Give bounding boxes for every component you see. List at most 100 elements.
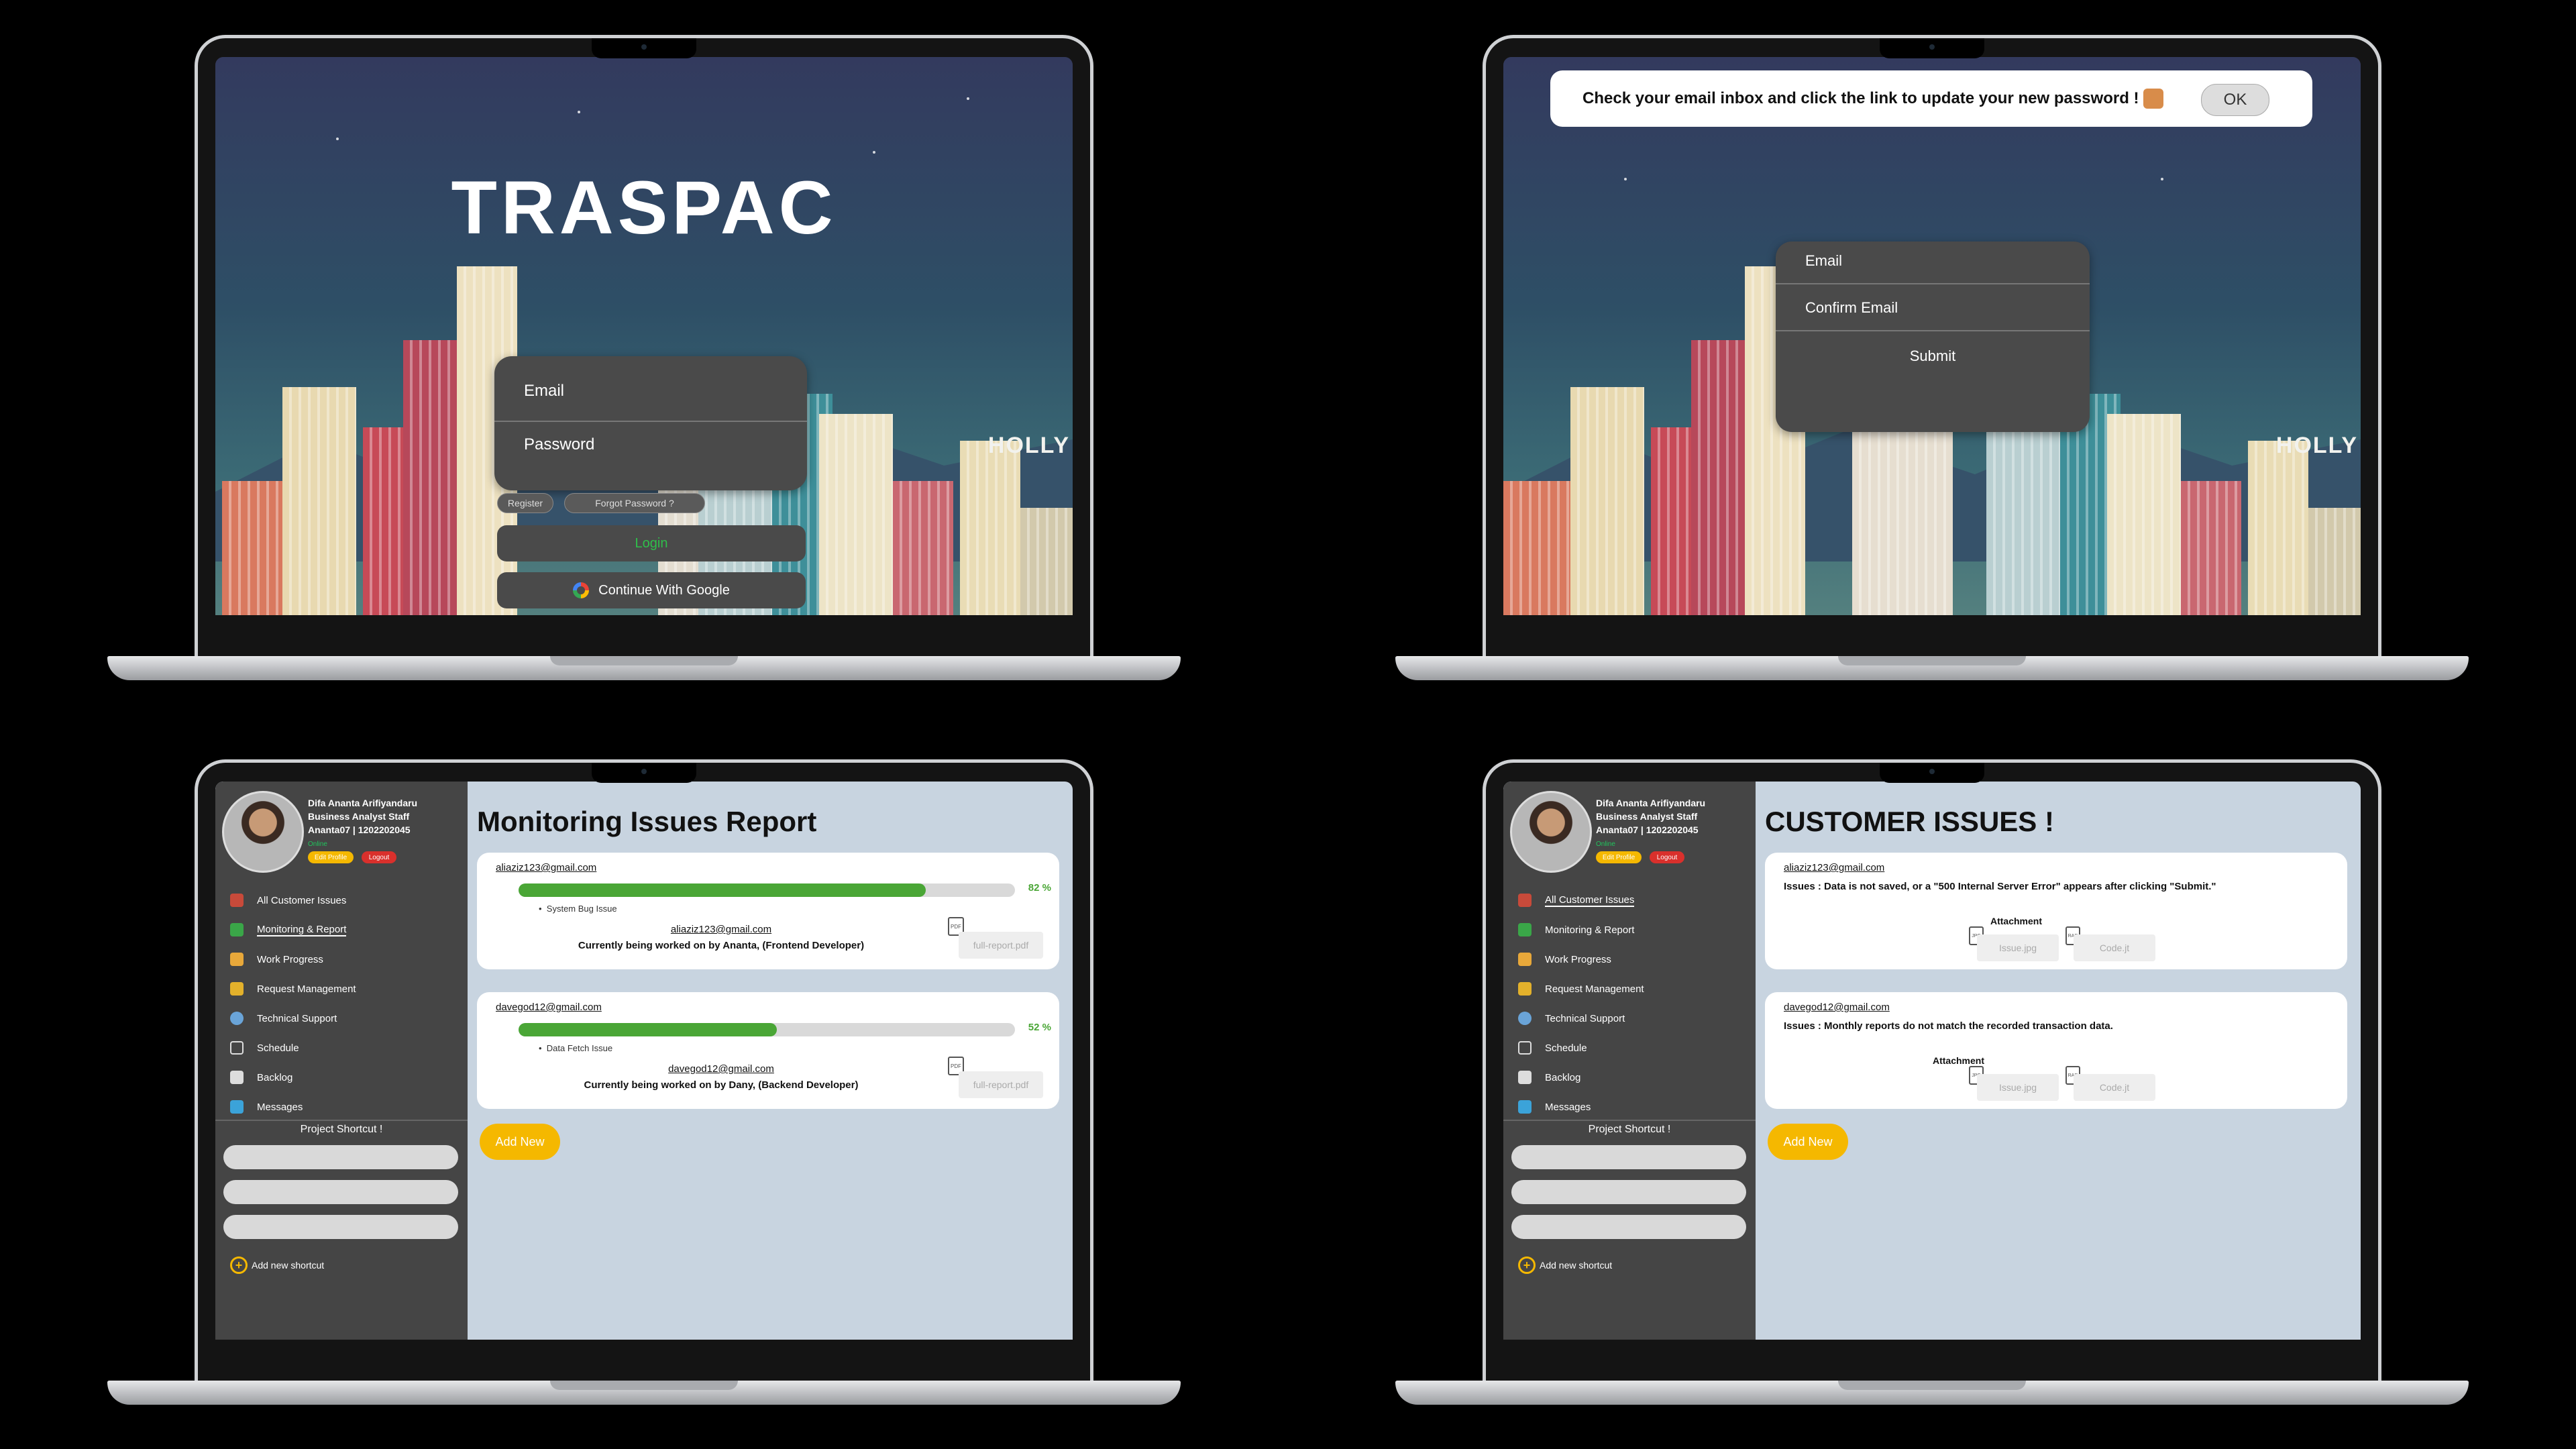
file-attachment[interactable]: Issue.jpg — [1977, 934, 2059, 961]
reporter-email[interactable]: aliaziz123@gmail.com — [496, 862, 596, 873]
laptop-lid: Difa Ananta Arifiyandaru Business Analys… — [195, 759, 1093, 1390]
sidebar-item-support[interactable]: Technical Support — [230, 1008, 458, 1028]
reporter-email[interactable]: davegod12@gmail.com — [496, 1002, 602, 1013]
page-title: Monitoring Issues Report — [477, 806, 817, 837]
forgot-password-button[interactable]: Forgot Password ? — [564, 493, 705, 513]
reporter-email[interactable]: aliaziz123@gmail.com — [1784, 862, 1884, 873]
laptop-monitoring: Difa Ananta Arifiyandaru Business Analys… — [107, 759, 1181, 1430]
dashboard: Difa Ananta Arifiyandaru Business Analys… — [1503, 782, 2361, 1340]
shortcut-slot[interactable] — [223, 1145, 458, 1169]
worker-email[interactable]: davegod12@gmail.com — [477, 1063, 965, 1075]
sidebar-item-monitoring[interactable]: Monitoring & Report — [230, 920, 458, 940]
status-badge: Online — [1596, 841, 1615, 848]
dashboard: Difa Ananta Arifiyandaru Business Analys… — [215, 782, 1073, 1340]
shortcut-slot[interactable] — [223, 1180, 458, 1204]
confirm-email-field[interactable]: Confirm Email — [1805, 299, 1898, 317]
sidebar-item-customer-issues[interactable]: All Customer Issues — [230, 890, 458, 910]
sidebar-item-request[interactable]: Request Management — [230, 979, 458, 999]
edit-profile-button[interactable]: Edit Profile — [1596, 851, 1642, 863]
notification-toast: Check your email inbox and click the lin… — [1550, 70, 2312, 127]
progress-fill — [519, 1023, 777, 1036]
edit-profile-button[interactable]: Edit Profile — [308, 851, 354, 863]
reset-form: Email Confirm Email Submit — [1776, 241, 2090, 432]
laptop-reset: HOLLY Check your email inbox and click t… — [1395, 35, 2469, 706]
google-login-button[interactable]: Continue With Google — [497, 572, 806, 608]
hollywood-sign: HOLLY — [2275, 433, 2358, 458]
hollywood-sign: HOLLY — [987, 433, 1070, 458]
progress-fill — [519, 883, 926, 897]
issue-type: • Data Fetch Issue — [539, 1043, 613, 1053]
file-attachment[interactable]: Code.jt — [2074, 934, 2155, 961]
progress-bar — [519, 883, 1015, 897]
laptop-customer-issues: Difa Ananta Arifiyandaru Business Analys… — [1395, 759, 2469, 1430]
user-role: Business Analyst Staff — [1596, 811, 1698, 822]
add-shortcut-button[interactable]: + Add new shortcut — [1518, 1256, 1612, 1274]
sidebar-item-backlog[interactable]: Backlog — [230, 1067, 458, 1087]
document-icon — [230, 1071, 244, 1084]
shortcut-slot[interactable] — [223, 1215, 458, 1239]
sidebar: Difa Ananta Arifiyandaru Business Analys… — [1503, 782, 1756, 1340]
logout-button[interactable]: Logout — [362, 851, 396, 863]
worker-text: Currently being worked on by Ananta, (Fr… — [578, 940, 865, 951]
login-button[interactable]: Login — [497, 525, 806, 561]
sidebar-item-work-progress[interactable]: Work Progress — [1518, 949, 1746, 969]
submit-button[interactable]: Submit — [1776, 347, 2090, 365]
add-shortcut-button[interactable]: + Add new shortcut — [230, 1256, 324, 1274]
status-badge: Online — [308, 841, 327, 848]
user-name: Difa Ananta Arifiyandaru — [1596, 798, 1706, 808]
sidebar-item-work-progress[interactable]: Work Progress — [230, 949, 458, 969]
sidebar-item-backlog[interactable]: Backlog — [1518, 1067, 1746, 1087]
sidebar-item-support[interactable]: Technical Support — [1518, 1008, 1746, 1028]
avatar — [222, 791, 304, 873]
issue-type: • System Bug Issue — [539, 904, 617, 914]
logout-button[interactable]: Logout — [1650, 851, 1684, 863]
reporter-email[interactable]: davegod12@gmail.com — [1784, 1002, 1890, 1013]
sidebar-item-monitoring[interactable]: Monitoring & Report — [1518, 920, 1746, 940]
password-field[interactable]: Password — [524, 435, 594, 454]
email-field[interactable]: Email — [524, 382, 564, 400]
document-icon — [1518, 1071, 1532, 1084]
sidebar-item-schedule[interactable]: Schedule — [1518, 1038, 1746, 1058]
laptop-login: HOLLY TRASPAC Email Password Register Fo… — [107, 35, 1181, 706]
google-icon — [573, 582, 590, 598]
sidebar-item-messages[interactable]: Messages — [1518, 1097, 1746, 1117]
shortcut-title: Project Shortcut ! — [1588, 1124, 1671, 1135]
worker-email[interactable]: aliaziz123@gmail.com — [477, 924, 965, 935]
login-form: Email Password — [494, 356, 807, 490]
file-attachment[interactable]: Issue.jpg — [1977, 1074, 2059, 1101]
shortcut-slot[interactable] — [1511, 1145, 1746, 1169]
email-field[interactable]: Email — [1805, 252, 1842, 270]
issues-icon — [1518, 894, 1532, 907]
ok-button[interactable]: OK — [2201, 84, 2269, 116]
headset-icon — [230, 1012, 244, 1025]
sidebar-item-messages[interactable]: Messages — [230, 1097, 458, 1117]
user-name: Difa Ananta Arifiyandaru — [308, 798, 418, 808]
issue-card: davegod12@gmail.com Issues : Monthly rep… — [1765, 992, 2347, 1109]
progress-percent: 82 % — [1028, 882, 1051, 894]
report-card: davegod12@gmail.com 52 % • Data Fetch Is… — [477, 992, 1059, 1109]
file-attachment[interactable]: full-report.pdf — [959, 932, 1043, 959]
sidebar-item-customer-issues[interactable]: All Customer Issues — [1518, 890, 1746, 910]
sidebar: Difa Ananta Arifiyandaru Business Analys… — [215, 782, 468, 1340]
customer-screen: Difa Ananta Arifiyandaru Business Analys… — [1503, 782, 2361, 1340]
add-new-button[interactable]: Add New — [1768, 1124, 1848, 1160]
register-button[interactable]: Register — [497, 493, 553, 513]
sidebar-item-request[interactable]: Request Management — [1518, 979, 1746, 999]
thumbs-up-icon — [2143, 89, 2163, 109]
report-card: aliaziz123@gmail.com 82 % • System Bug I… — [477, 853, 1059, 969]
shortcut-slot[interactable] — [1511, 1215, 1746, 1239]
sidebar-item-schedule[interactable]: Schedule — [230, 1038, 458, 1058]
toast-message: Check your email inbox and click the lin… — [1582, 89, 2139, 107]
laptop-lid: Difa Ananta Arifiyandaru Business Analys… — [1483, 759, 2381, 1390]
edit-icon — [1518, 982, 1532, 996]
chat-icon — [230, 923, 244, 936]
file-attachment[interactable]: Code.jt — [2074, 1074, 2155, 1101]
laptop-lid: HOLLY TRASPAC Email Password Register Fo… — [195, 35, 1093, 665]
message-icon — [230, 1100, 244, 1114]
monitoring-screen: Difa Ananta Arifiyandaru Business Analys… — [215, 782, 1073, 1340]
add-new-button[interactable]: Add New — [480, 1124, 560, 1160]
issue-text: Issues : Monthly reports do not match th… — [1784, 1020, 2113, 1032]
shortcut-slot[interactable] — [1511, 1180, 1746, 1204]
edit-icon — [230, 982, 244, 996]
file-attachment[interactable]: full-report.pdf — [959, 1071, 1043, 1098]
